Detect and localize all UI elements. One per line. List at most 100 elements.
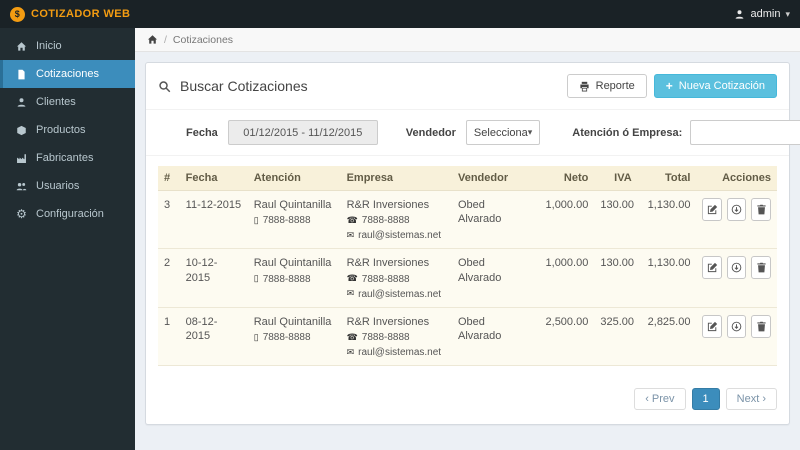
empresa-email: raul@sistemas.net [358, 346, 442, 358]
sidebar-item-label: Fabricantes [36, 152, 94, 164]
cell-empresa: R&R Inversiones ☎ 7888-8888 ✉ raul@sistema… [340, 307, 452, 366]
user-name: admin [750, 8, 781, 20]
mail-icon: ✉ [346, 229, 355, 240]
sidebar-item-productos[interactable]: Productos [0, 116, 135, 144]
empresa-phone: 7888-8888 [361, 215, 410, 227]
cell-num: 1 [158, 307, 180, 366]
cell-vendedor: Obed Alvarado [451, 307, 536, 366]
mail-icon: ✉ [346, 346, 355, 357]
panel-header-buttons: Reporte + Nueva Cotización [566, 74, 777, 98]
col-total: Total [637, 166, 697, 191]
cell-acciones [696, 307, 777, 366]
quotes-table-wrap: # Fecha Atención Empresa Vendedor Neto I… [146, 156, 789, 366]
breadcrumb-home-icon[interactable] [147, 34, 158, 45]
quotes-table: # Fecha Atención Empresa Vendedor Neto I… [158, 166, 777, 366]
sidebar-item-label: Configuración [36, 208, 104, 220]
sidebar-item-label: Productos [36, 124, 86, 136]
cell-neto: 1,000.00 [535, 248, 595, 308]
atencion-label: Atención ó Empresa: [572, 126, 683, 139]
breadcrumb-separator: / [164, 33, 167, 46]
printer-icon [580, 81, 589, 91]
delete-button[interactable] [751, 198, 771, 221]
sidebar-item-configuracion[interactable]: ⚙ Configuración [0, 200, 135, 228]
edit-button[interactable] [702, 256, 722, 280]
cell-empresa: R&R Inversiones ☎ 7888-8888 ✉ raul@sistema… [340, 190, 452, 250]
download-icon [731, 262, 742, 273]
empresa-phone: 7888-8888 [361, 273, 410, 285]
plus-icon: + [665, 79, 673, 93]
cell-total: 1,130.00 [637, 190, 697, 250]
phone-icon: ☎ [346, 273, 358, 284]
cell-fecha: 11-12-2015 [179, 190, 248, 250]
table-row: 2 10-12-2015 Raul Quintanilla ▯ 7888-8888… [158, 248, 777, 308]
edit-button[interactable] [702, 314, 722, 338]
box-icon [15, 125, 28, 136]
download-button[interactable] [726, 256, 747, 280]
cell-neto: 2,500.00 [535, 307, 595, 366]
empresa-name: R&R Inversiones [346, 257, 430, 270]
sidebar-item-fabricantes[interactable]: Fabricantes [0, 144, 135, 172]
atencion-name: Raul Quintanilla [253, 257, 332, 270]
mail-icon: ✉ [346, 288, 355, 299]
atencion-phone: 7888-8888 [262, 331, 311, 343]
cell-num: 2 [158, 248, 180, 308]
phone-icon: ☎ [346, 214, 358, 225]
report-button-label: Reporte [595, 80, 635, 92]
vendedor-label: Vendedor [405, 126, 456, 139]
download-button[interactable] [726, 198, 747, 221]
sidebar-item-clientes[interactable]: Clientes [0, 88, 135, 116]
sidebar-item-cotizaciones[interactable]: Cotizaciones [0, 60, 135, 88]
col-vendedor: Vendedor [451, 166, 536, 191]
col-acciones: Acciones [696, 166, 777, 191]
new-quote-button[interactable]: + Nueva Cotización [653, 74, 777, 98]
chevron-down-icon: ▾ [527, 127, 533, 137]
pagination-next-button[interactable]: Next › [725, 387, 777, 410]
pagination-prev-button[interactable]: ‹ Prev [634, 387, 686, 410]
report-button[interactable]: Reporte [566, 74, 647, 98]
download-button[interactable] [726, 314, 747, 338]
table-row: 1 08-12-2015 Raul Quintanilla ▯ 7888-8888… [158, 307, 777, 366]
fecha-range-input[interactable] [227, 120, 378, 145]
trash-icon [757, 204, 766, 215]
empresa-email: raul@sistemas.net [358, 230, 442, 242]
edit-button[interactable] [702, 198, 722, 221]
sidebar-item-label: Cotizaciones [36, 68, 99, 80]
col-atencion: Atención [247, 166, 341, 191]
col-neto: Neto [535, 166, 595, 191]
cell-iva: 325.00 [594, 307, 638, 366]
factory-icon [15, 153, 28, 164]
atencion-search-group [690, 120, 800, 145]
delete-button[interactable] [751, 256, 771, 280]
top-navbar: $ COTIZADOR WEB admin ▾ [0, 0, 800, 28]
sidebar-menu: Inicio Cotizaciones Clientes Productos F… [0, 32, 135, 228]
vendedor-select-value: Selecciona [473, 126, 528, 139]
brand-icon: $ [10, 6, 25, 22]
delete-button[interactable] [751, 314, 771, 338]
cell-total: 1,130.00 [637, 248, 697, 308]
new-quote-button-label: Nueva Cotización [678, 80, 765, 92]
cell-fecha: 08-12-2015 [179, 307, 248, 366]
sidebar-item-inicio[interactable]: Inicio [0, 32, 135, 60]
atencion-search-input[interactable] [690, 120, 800, 145]
empresa-email: raul@sistemas.net [358, 288, 442, 300]
cell-neto: 1,000.00 [535, 190, 595, 250]
gear-icon: ⚙ [16, 207, 27, 221]
brand-logo[interactable]: $ COTIZADOR WEB [10, 6, 131, 22]
app-body: Inicio Cotizaciones Clientes Productos F… [0, 28, 800, 450]
atencion-phone: 7888-8888 [262, 215, 311, 227]
edit-icon [707, 263, 717, 273]
table-header-row: # Fecha Atención Empresa Vendedor Neto I… [158, 166, 777, 191]
panel-title: Buscar Cotizaciones [158, 78, 308, 94]
breadcrumb: / Cotizaciones [135, 28, 800, 52]
vendedor-select[interactable]: Selecciona ▾ [465, 120, 541, 145]
pagination-page-1-button[interactable]: 1 [691, 387, 720, 410]
cell-empresa: R&R Inversiones ☎ 7888-8888 ✉ raul@sistema… [340, 248, 452, 308]
brand-text: COTIZADOR WEB [31, 8, 131, 20]
user-menu[interactable]: admin ▾ [733, 8, 790, 20]
sidebar-item-label: Inicio [36, 40, 62, 52]
main-content: / Cotizaciones Buscar Cotizaciones Repor… [135, 28, 800, 450]
person-icon [15, 97, 28, 108]
cell-vendedor: Obed Alvarado [451, 190, 536, 250]
sidebar-item-usuarios[interactable]: Usuarios [0, 172, 135, 200]
app-window: $ COTIZADOR WEB admin ▾ Inicio Cotizacio… [0, 0, 800, 450]
